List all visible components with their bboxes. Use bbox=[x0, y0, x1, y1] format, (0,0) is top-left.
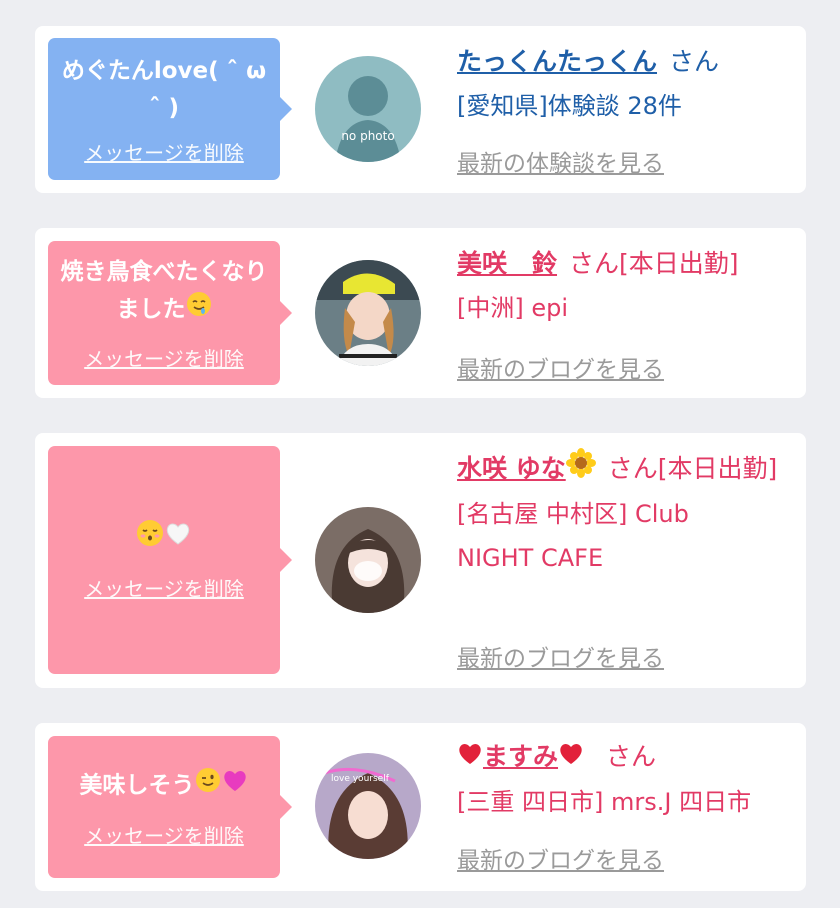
message-bubble: 焼き鳥食べたくなりました メッセージを削除 bbox=[48, 241, 292, 385]
kissing-face-icon bbox=[136, 519, 164, 559]
user-name-link[interactable]: 美咲 鈴 bbox=[457, 249, 557, 278]
user-name-link[interactable]: たっくんたっくん bbox=[457, 47, 657, 76]
message-text: 美味しそう bbox=[80, 766, 249, 806]
avatar[interactable] bbox=[315, 260, 421, 366]
message-card: 焼き鳥食べたくなりました メッセージを削除 美咲 鈴さん[本日出勤] [中洲] … bbox=[35, 228, 806, 398]
avatar[interactable] bbox=[315, 507, 421, 613]
user-subtitle: [名古屋 中村区] Club NIGHT CAFE bbox=[457, 492, 792, 580]
message-bubble: 美味しそう メッセージを削除 bbox=[48, 736, 292, 878]
message-card: めぐたんlove( ˆ ω ˆ ) メッセージを削除 no photo たっくん… bbox=[35, 26, 806, 193]
user-info: ますみ さん [三重 四日市] mrs.J 四日市 bbox=[457, 735, 792, 824]
honorific: さん[本日出勤] bbox=[569, 249, 739, 278]
sparkling-heart-icon bbox=[221, 766, 249, 806]
drooling-face-icon bbox=[186, 291, 212, 329]
message-card: 美味しそう メッセージを削除 love yourself ますみ さん [三重 四… bbox=[35, 723, 806, 891]
avatar[interactable]: love yourself bbox=[315, 753, 421, 859]
user-subtitle: [中洲] epi bbox=[457, 294, 569, 322]
latest-blog-link[interactable]: 最新のブログを見る bbox=[457, 841, 664, 875]
message-emoji bbox=[136, 519, 192, 559]
sunflower-icon bbox=[565, 448, 596, 492]
message-card: メッセージを削除 水咲 ゆな さん[本日出勤] [名古屋 中村区] Club NI… bbox=[35, 433, 806, 688]
latest-blog-link[interactable]: 最新のブログを見る bbox=[457, 350, 664, 384]
no-photo-label: no photo bbox=[341, 129, 394, 143]
winking-face-icon bbox=[195, 767, 221, 805]
red-heart-icon bbox=[558, 736, 584, 780]
user-info: 美咲 鈴さん[本日出勤] [中洲] epi bbox=[457, 242, 792, 330]
message-text: 焼き鳥食べたくなりました bbox=[59, 254, 269, 329]
honorific: さん bbox=[606, 742, 657, 771]
message-bubble: めぐたんlove( ˆ ω ˆ ) メッセージを削除 bbox=[48, 38, 292, 180]
delete-message-link[interactable]: メッセージを削除 bbox=[84, 343, 244, 372]
latest-reviews-link[interactable]: 最新の体験談を見る bbox=[457, 144, 664, 178]
honorific: さん bbox=[669, 47, 720, 76]
honorific: さん[本日出勤] bbox=[607, 454, 778, 483]
avatar-overlay-text: love yourself bbox=[331, 774, 390, 784]
delete-message-link[interactable]: メッセージを削除 bbox=[84, 573, 244, 602]
user-info: 水咲 ゆな さん[本日出勤] [名古屋 中村区] Club NIGHT CAFE bbox=[457, 447, 792, 580]
user-name-link[interactable]: 水咲 ゆな bbox=[457, 448, 596, 483]
white-heart-icon bbox=[164, 519, 192, 559]
red-heart-icon bbox=[457, 736, 483, 780]
user-subtitle: [愛知県]体験談 28件 bbox=[457, 92, 682, 120]
user-info: たっくんたっくん さん [愛知県]体験談 28件 bbox=[457, 40, 792, 128]
message-bubble: メッセージを削除 bbox=[48, 446, 292, 674]
latest-blog-link[interactable]: 最新のブログを見る bbox=[457, 639, 664, 673]
user-subtitle-line-1: [名古屋 中村区] Club bbox=[457, 500, 689, 528]
user-subtitle-line-2: NIGHT CAFE bbox=[457, 544, 604, 572]
user-name-link[interactable]: ますみ bbox=[457, 742, 584, 771]
user-subtitle: [三重 四日市] mrs.J 四日市 bbox=[457, 788, 752, 816]
avatar[interactable]: no photo bbox=[315, 56, 421, 162]
message-text: めぐたんlove( ˆ ω ˆ ) bbox=[61, 57, 267, 121]
delete-message-link[interactable]: メッセージを削除 bbox=[84, 820, 244, 849]
delete-message-link[interactable]: メッセージを削除 bbox=[84, 137, 244, 166]
